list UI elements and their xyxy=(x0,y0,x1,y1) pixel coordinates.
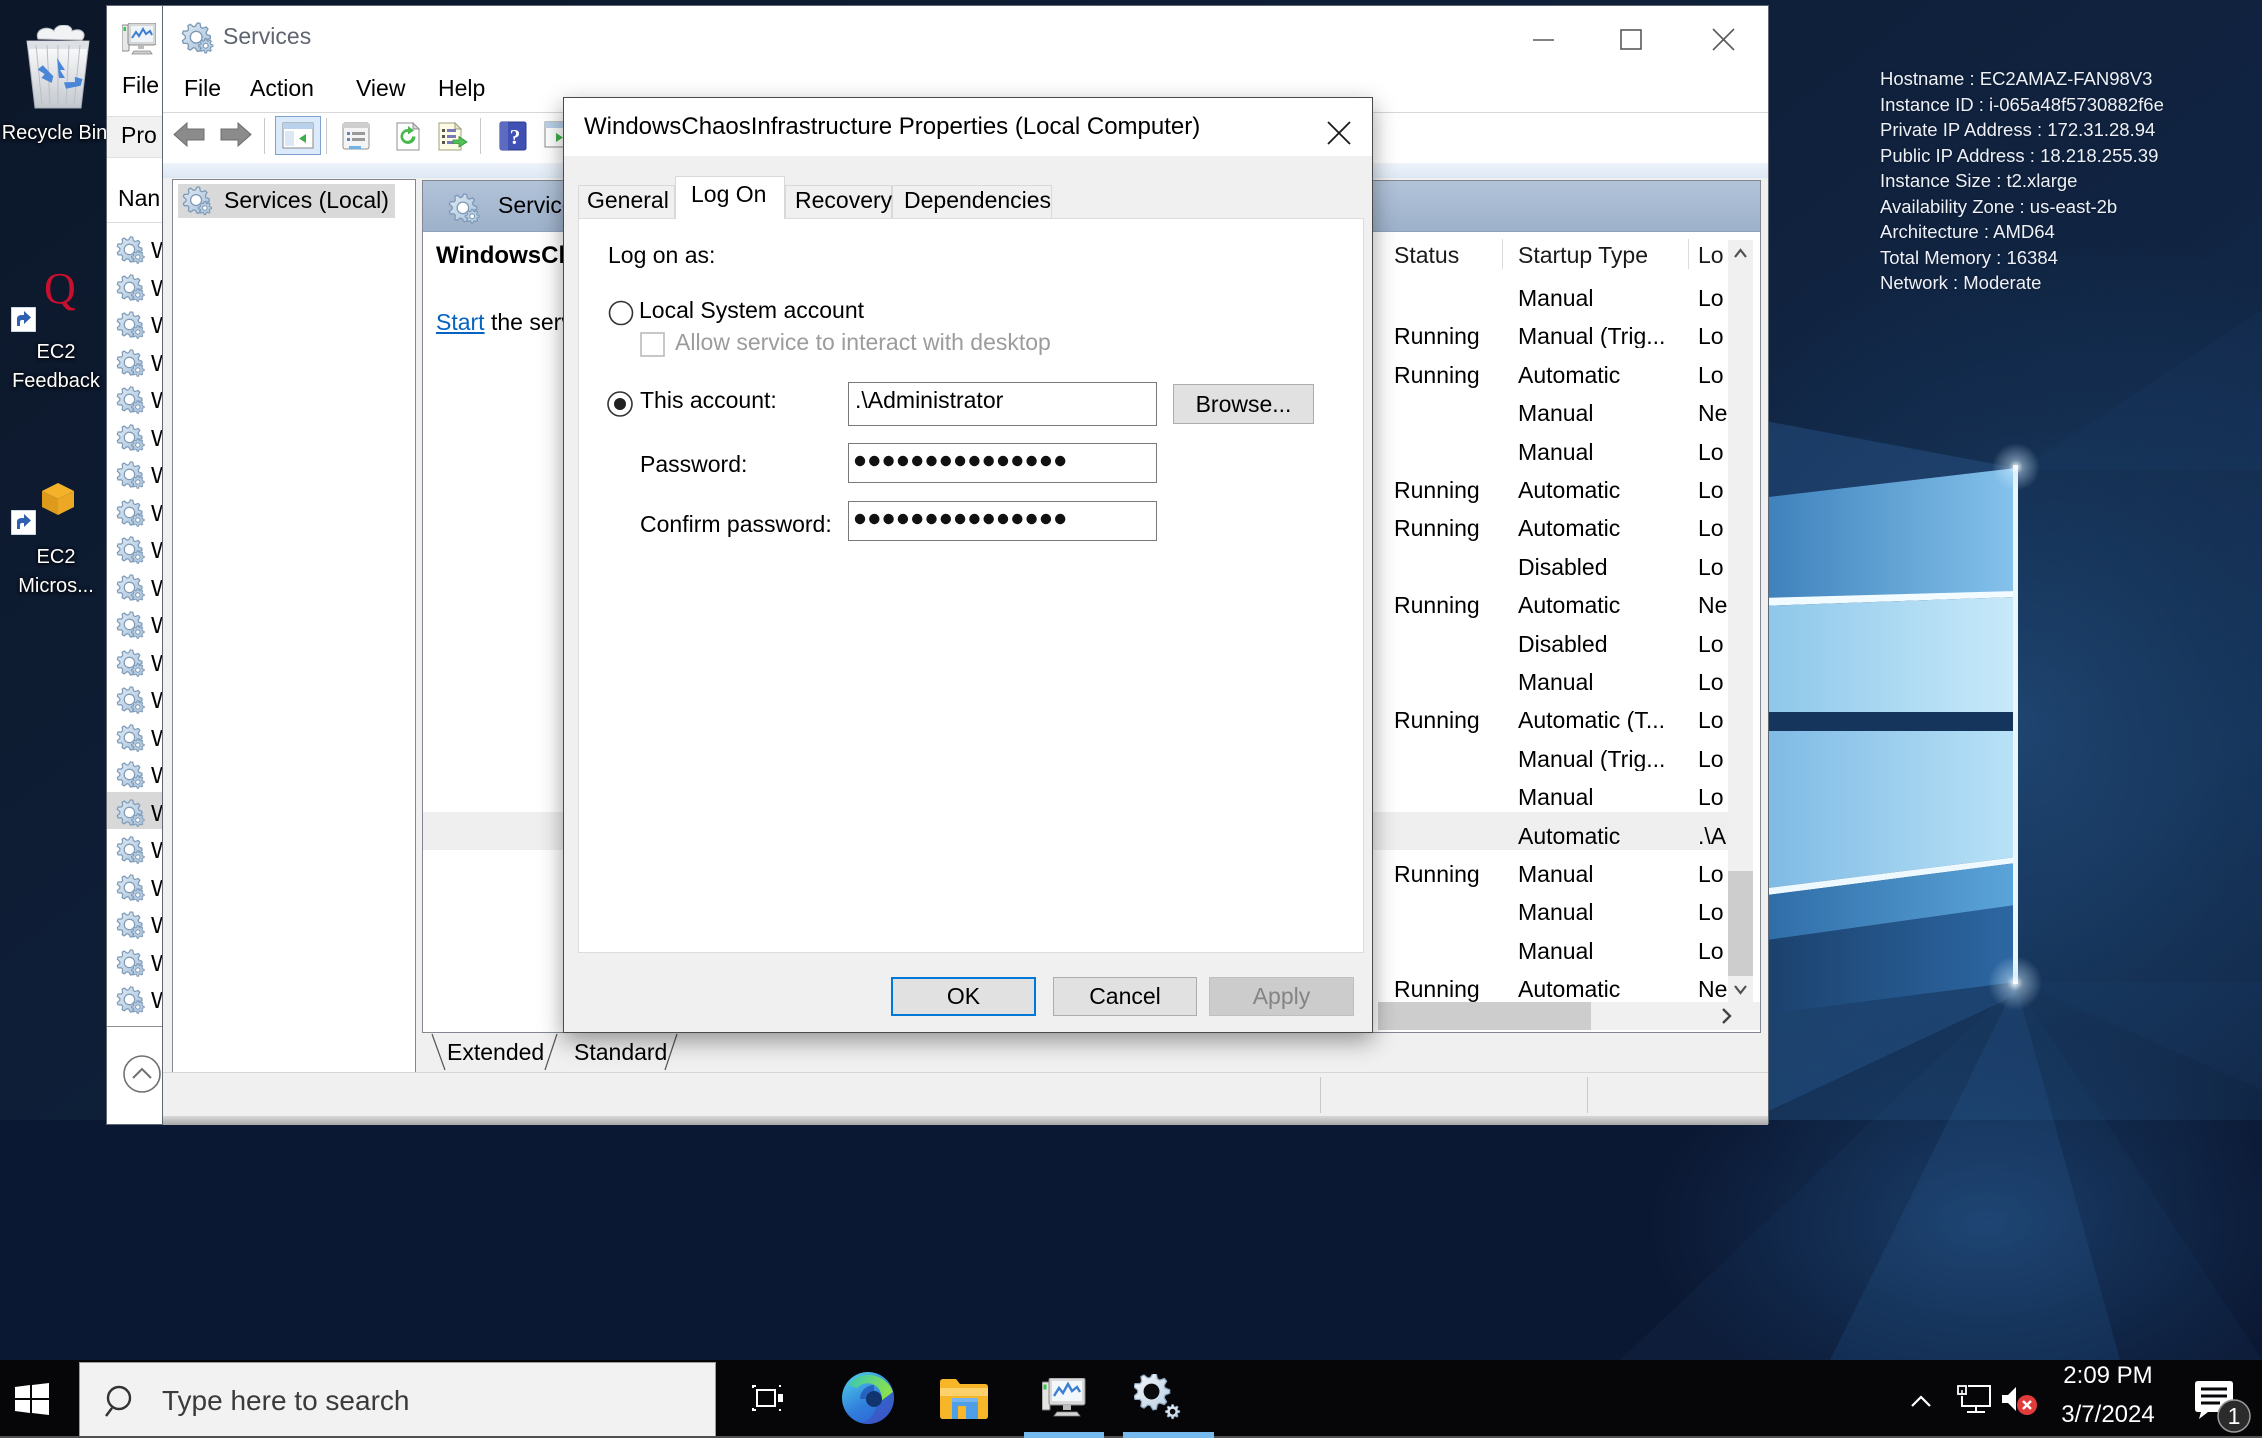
svg-text:?: ? xyxy=(510,125,521,149)
svg-text:Standard: Standard xyxy=(574,1039,667,1065)
svg-text:Extended: Extended xyxy=(447,1039,544,1065)
svg-text:1: 1 xyxy=(2228,1403,2241,1429)
